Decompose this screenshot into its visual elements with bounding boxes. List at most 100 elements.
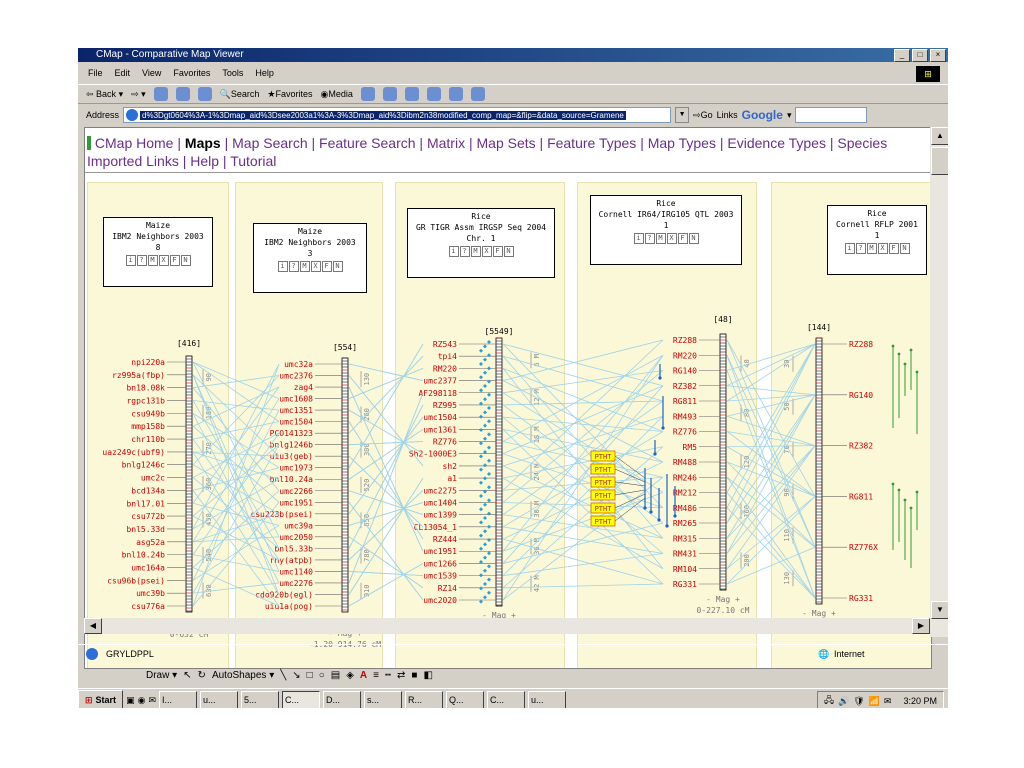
stop-icon[interactable] [153,87,168,101]
feature-diamond[interactable] [479,454,483,459]
feature-label[interactable]: RM104 [673,565,697,574]
search-button[interactable]: 🔍Search [220,89,260,100]
feature-diamond[interactable] [483,502,487,507]
feature-label[interactable]: asg52a [136,538,165,547]
vertical-scrollbar[interactable]: ▲ ▼ [930,127,948,637]
correspondence-line[interactable] [192,438,280,561]
feature-diamond[interactable] [479,375,483,380]
feature-label[interactable]: umc2275 [423,486,457,495]
tray-network-icon[interactable]: 🖧 [824,693,834,708]
print-icon[interactable] [404,87,419,101]
feature-label[interactable]: umc1608 [279,395,313,404]
feature-diamond[interactable] [487,392,491,397]
feature-label[interactable]: RM220 [673,351,697,360]
correspondence-line[interactable] [348,455,424,528]
feature-label[interactable]: umc1504 [423,413,457,422]
scroll-down-button[interactable]: ▼ [931,601,948,619]
correspondence-line[interactable] [502,370,664,394]
feature-label[interactable]: umc1539 [423,572,457,581]
feature-diamond[interactable] [483,476,487,481]
feature-diamond[interactable] [487,498,491,503]
line-style-icon[interactable]: ≡ [373,670,379,681]
feature-label[interactable]: umc39b [136,589,165,598]
feature-label[interactable]: umc1951 [423,547,457,556]
correspondence-line[interactable] [192,409,280,581]
go-button[interactable]: ⇨Go [693,110,713,121]
feature-label[interactable]: RZ288 [673,336,697,345]
forward-button[interactable]: ⇨ ▾ [131,89,146,100]
feature-diamond[interactable] [487,511,491,516]
correspondence-line[interactable] [348,368,424,399]
feature-label[interactable]: umc39a [284,521,313,530]
correspondence-line[interactable] [502,583,664,589]
feature-diamond[interactable] [487,406,491,410]
correspondence-line[interactable] [502,453,664,509]
correspondence-line[interactable] [502,526,664,554]
feature-label[interactable]: RM486 [673,504,697,513]
google-dropdown-icon[interactable]: ▾ [787,110,792,121]
menu-help[interactable]: Help [255,68,274,78]
correspondence-line[interactable] [192,490,280,568]
feature-label[interactable]: umc1404 [423,498,457,507]
rotate-icon[interactable]: ↻ [198,670,206,681]
feature-diamond[interactable] [483,555,487,560]
feature-diamond[interactable] [483,436,487,441]
feature-diamond[interactable] [487,590,491,595]
taskbar-button[interactable]: u... [527,691,566,708]
mag-control[interactable]: - Mag + [802,609,836,618]
tray-volume-icon[interactable]: 🔊 [838,696,849,707]
feature-label[interactable]: rny(atpb) [270,556,313,565]
feature-label[interactable]: umc1399 [423,511,457,520]
correspondence-line[interactable] [192,413,280,469]
feature-label[interactable]: RM5 [683,443,698,452]
feature-diamond[interactable] [479,573,483,578]
feature-label[interactable]: npi220a [131,358,165,367]
correspondence-line[interactable] [502,522,664,564]
feature-diamond[interactable] [487,577,491,582]
feature-diamond[interactable] [479,586,483,591]
menu-file[interactable]: File [88,68,103,78]
correspondence-line[interactable] [502,538,664,585]
autoshapes-menu[interactable]: AutoShapes ▾ [212,670,274,681]
google-logo[interactable]: Google [742,108,783,122]
feature-label[interactable]: umc2376 [279,372,313,381]
feature-label[interactable]: sh2 [443,462,458,471]
feature-diamond[interactable] [479,533,483,538]
taskbar-button[interactable]: D... [322,691,361,708]
feature-label[interactable]: umc164a [131,563,165,572]
taskbar-button[interactable]: Q... [445,691,484,708]
feature-diamond[interactable] [479,467,483,472]
correspondence-line[interactable] [726,394,816,524]
links-label[interactable]: Links [717,110,738,120]
feature-label[interactable]: RM493 [673,412,697,421]
draw-menu[interactable]: Draw ▾ [146,670,177,681]
menu-tools[interactable]: Tools [222,68,243,78]
feature-label[interactable]: umc2020 [423,596,457,605]
google-search-input[interactable] [795,107,868,123]
feature-diamond[interactable] [483,344,487,349]
feature-diamond[interactable] [483,370,487,375]
scroll-left-button[interactable]: ◀ [84,618,102,634]
correspondence-line[interactable] [726,445,816,448]
feature-label[interactable]: RG140 [673,367,697,376]
feature-label[interactable]: RM488 [673,458,697,467]
correspondence-line[interactable] [502,514,664,539]
feature-diamond[interactable] [487,524,491,529]
feature-diamond[interactable] [483,582,487,586]
feature-diamond[interactable] [487,432,491,437]
feature-label[interactable]: csu772b [131,512,165,521]
feature-label[interactable]: bnl5.33b [274,544,313,553]
feature-diamond[interactable] [483,384,487,388]
feature-label[interactable]: umc1504 [279,418,313,427]
tray-signal-icon[interactable]: 📶 [869,696,880,707]
close-button[interactable]: × [930,49,946,62]
mag-control[interactable]: - Mag + [706,595,740,604]
feature-label[interactable]: RG331 [849,594,873,603]
feature-diamond[interactable] [479,520,483,525]
feature-label[interactable]: umc2c [141,474,165,483]
menu-edit[interactable]: Edit [115,68,131,78]
correspondence-line[interactable] [502,385,664,564]
start-button[interactable]: ⊞ Start [78,690,124,708]
feature-diamond[interactable] [483,423,487,428]
feature-label[interactable]: csu96b(psei) [107,576,165,585]
